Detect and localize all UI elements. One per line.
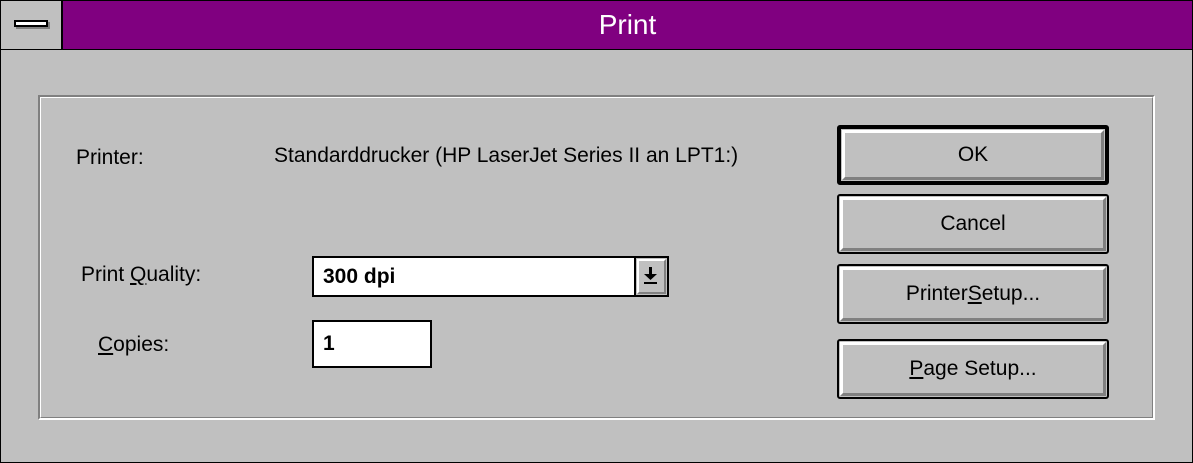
system-menu-icon <box>14 20 48 27</box>
copies-label: Copies: <box>98 333 169 357</box>
window-title: Print <box>598 9 657 40</box>
copies-input[interactable] <box>314 322 430 366</box>
ok-button-label: OK <box>842 130 1104 180</box>
printer-setup-label-pre: Printer <box>905 282 968 305</box>
printer-name: Standarddrucker (HP LaserJet Series II a… <box>274 144 739 167</box>
page-setup-button[interactable]: Page Setup... <box>837 339 1109 399</box>
page-setup-label-post: age Setup... <box>923 357 1037 380</box>
print-quality-label-mnemonic: Q <box>130 263 147 286</box>
copies-label-mnemonic: C <box>98 333 114 356</box>
print-quality-label-post: uality: <box>146 263 202 286</box>
print-quality-dropdown-button[interactable] <box>634 258 667 295</box>
print-dialog: Print Printer: Standarddrucker (HP Laser… <box>0 0 1193 463</box>
print-quality-select[interactable]: 300 dpi <box>312 256 669 297</box>
print-quality-value: 300 dpi <box>323 265 396 288</box>
print-quality-label: Print Quality: <box>81 263 201 287</box>
cancel-button[interactable]: Cancel <box>837 194 1109 254</box>
print-quality-label-pre: Print <box>81 263 131 286</box>
page-setup-label-mnemonic: P <box>909 357 924 380</box>
printer-setup-label-mnemonic: S <box>967 282 982 305</box>
printer-setup-button[interactable]: Printer Setup... <box>837 264 1109 324</box>
title-bar[interactable]: Print <box>1 1 1192 50</box>
dropdown-arrow-icon <box>644 267 657 284</box>
page-setup-button-label: Page Setup... <box>840 342 1106 396</box>
copies-input-box[interactable] <box>312 320 432 368</box>
printer-label: Printer: <box>76 146 144 169</box>
printer-setup-label-post: etup... <box>981 282 1041 305</box>
cancel-button-label: Cancel <box>840 197 1106 251</box>
printer-setup-button-label: Printer Setup... <box>840 267 1106 321</box>
copies-label-post: opies: <box>113 333 170 356</box>
ok-button[interactable]: OK <box>837 125 1109 185</box>
system-menu-button[interactable] <box>1 1 63 49</box>
